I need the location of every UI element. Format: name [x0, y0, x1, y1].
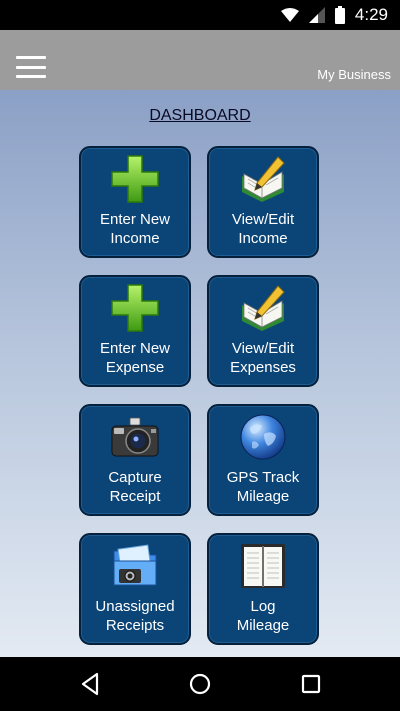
signal-icon: [308, 7, 325, 23]
photo-folder-icon: [113, 544, 157, 586]
open-book-icon: [241, 544, 285, 588]
tile-label: View/Edit Income: [231, 211, 295, 247]
log-mileage-button[interactable]: Log Mileage: [207, 533, 319, 645]
tile-label: Log Mileage: [236, 598, 290, 634]
dashboard-content: DASHBOARD Enter New Income View/Edit Inc…: [0, 90, 400, 657]
back-icon[interactable]: [77, 671, 103, 697]
notebook-pencil-icon: [242, 285, 285, 331]
wifi-icon: [280, 8, 299, 22]
notebook-pencil-icon: [242, 156, 285, 202]
dashboard-title: DASHBOARD: [149, 107, 251, 124]
camera-icon: [111, 417, 159, 457]
unassigned-receipts-button[interactable]: Unassigned Receipts: [79, 533, 191, 645]
globe-icon: [240, 414, 286, 460]
status-time: 4:29: [354, 5, 388, 24]
view-edit-expenses-button[interactable]: View/Edit Expenses: [207, 275, 319, 387]
recents-icon[interactable]: [298, 671, 324, 697]
enter-new-income-button[interactable]: Enter New Income: [79, 146, 191, 258]
tile-label: Capture Receipt: [108, 469, 162, 505]
capture-receipt-button[interactable]: Capture Receipt: [79, 404, 191, 516]
app-title: My Business: [317, 67, 391, 82]
home-icon[interactable]: [187, 671, 213, 697]
system-nav-bar: [0, 657, 400, 711]
tile-label: Enter New Income: [99, 211, 171, 247]
tile-label: Unassigned Receipts: [95, 598, 175, 634]
tile-label: GPS Track Mileage: [226, 469, 300, 505]
gps-track-mileage-button[interactable]: GPS Track Mileage: [207, 404, 319, 516]
enter-new-expense-button[interactable]: Enter New Expense: [79, 275, 191, 387]
battery-icon: [334, 6, 345, 24]
hamburger-menu-icon[interactable]: [16, 56, 46, 78]
status-bar: 4:29: [0, 0, 400, 30]
plus-icon: [111, 155, 159, 203]
view-edit-income-button[interactable]: View/Edit Income: [207, 146, 319, 258]
plus-icon: [111, 284, 159, 332]
tile-label: Enter New Expense: [99, 340, 171, 376]
tile-label: View/Edit Expenses: [230, 340, 296, 376]
